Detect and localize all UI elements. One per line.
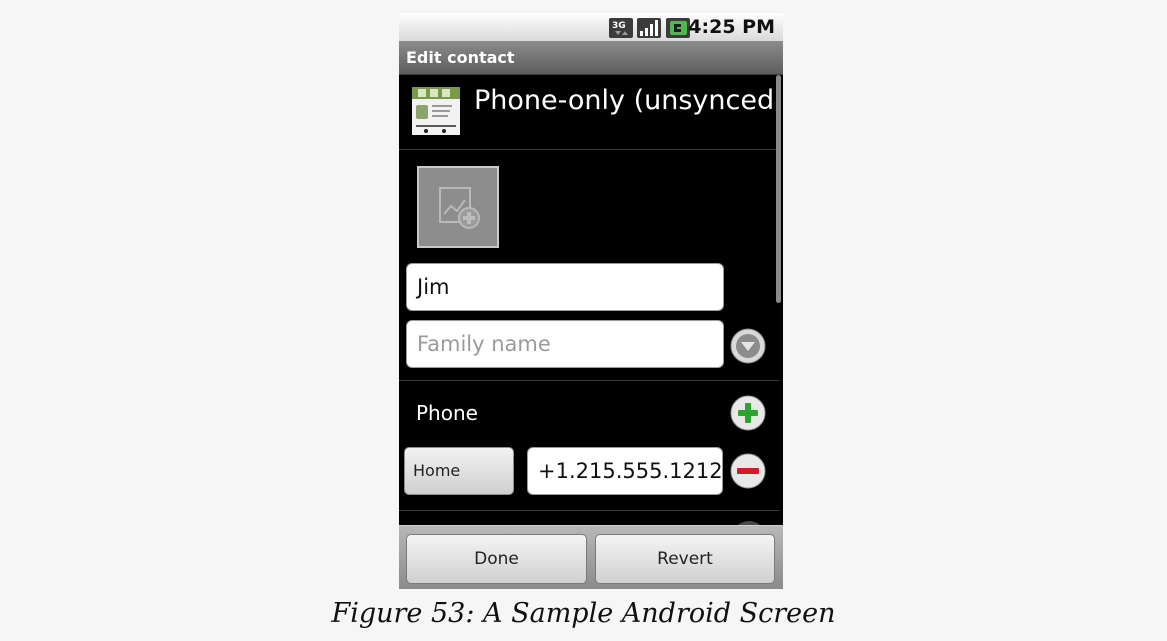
battery-charging-icon xyxy=(666,18,690,42)
status-time: 4:25 PM xyxy=(688,16,775,38)
account-label: Phone-only (unsynced.. xyxy=(474,85,783,116)
status-bar: 3G 4:25 PM xyxy=(399,13,783,41)
family-name-field[interactable]: Family name xyxy=(406,320,724,368)
android-mobile-phone-icon xyxy=(412,87,460,135)
given-name-field[interactable]: Jim xyxy=(406,263,724,311)
add-phone-button[interactable] xyxy=(730,395,766,431)
phone-number-field[interactable]: +1.215.555.1212 xyxy=(527,447,723,495)
account-selector[interactable]: Phone-only (unsynced.. xyxy=(399,75,783,150)
done-button[interactable]: Done xyxy=(406,534,587,584)
page: 3G 4:25 PM Edit contact Phone-only (unsy… xyxy=(0,0,1167,641)
section-divider xyxy=(399,380,779,381)
section-divider xyxy=(399,510,779,511)
remove-icon xyxy=(730,453,766,493)
scrollbar[interactable] xyxy=(776,75,781,303)
add-icon xyxy=(730,395,766,435)
remove-phone-button[interactable] xyxy=(730,453,766,489)
revert-button[interactable]: Revert xyxy=(595,534,775,584)
3g-data-icon: 3G xyxy=(609,18,633,42)
phone-type-button[interactable]: Home xyxy=(404,447,514,495)
add-photo-icon xyxy=(435,184,483,236)
action-bar: Done Revert xyxy=(399,525,783,589)
signal-bars-icon xyxy=(637,18,661,42)
phone-section-label: Phone xyxy=(416,401,478,425)
title-bar: Edit contact xyxy=(399,41,783,75)
figure-caption: Figure 53: A Sample Android Screen xyxy=(331,598,836,629)
network-label: 3G xyxy=(612,21,626,31)
expand-down-icon[interactable] xyxy=(730,328,766,364)
android-screen: 3G 4:25 PM Edit contact Phone-only (unsy… xyxy=(399,13,783,589)
contact-photo-button[interactable] xyxy=(417,166,499,248)
screen-title: Edit contact xyxy=(406,48,515,67)
